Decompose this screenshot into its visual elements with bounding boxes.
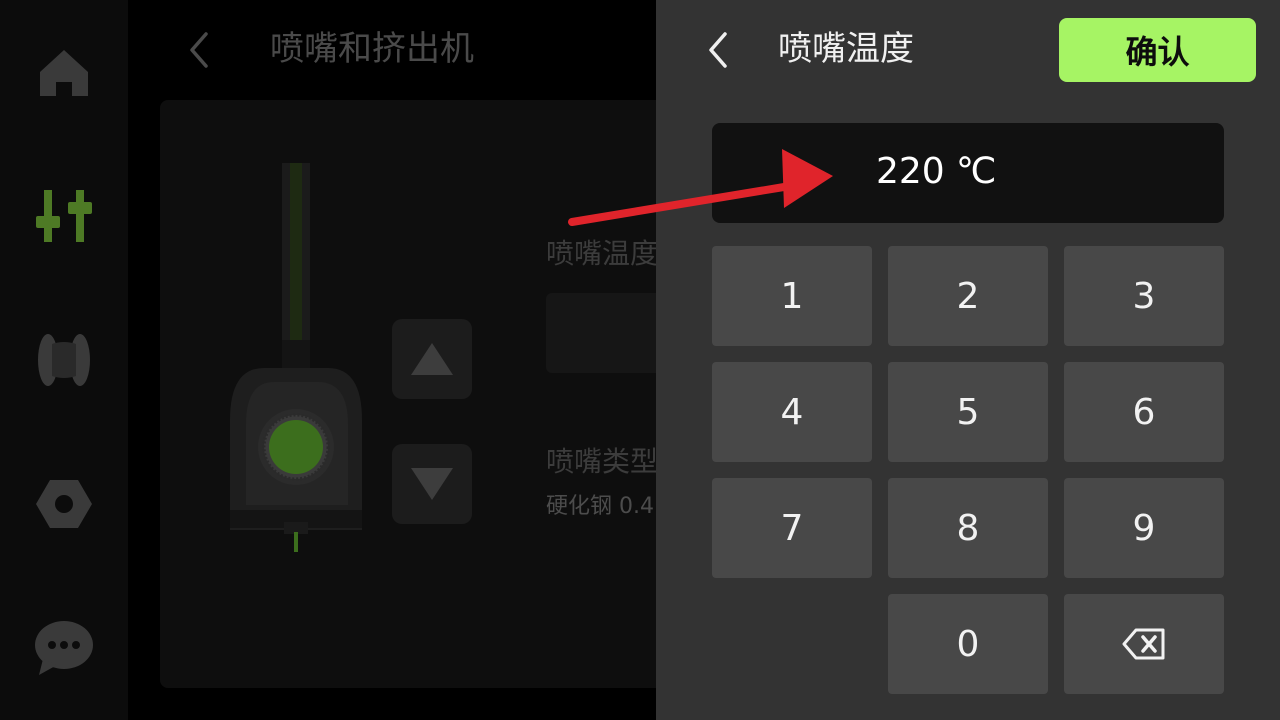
back-icon: [709, 32, 727, 68]
backspace-icon: [1122, 628, 1165, 660]
extrude-up-button[interactable]: [392, 319, 472, 399]
sliders-icon: [36, 190, 92, 242]
nut-icon: [36, 480, 92, 528]
key-9[interactable]: 9: [1064, 478, 1224, 578]
filament-icon: [38, 334, 90, 386]
screen: 喷嘴和挤出机 喷嘴温度 喷嘴类型 硬化钢 0.4 喷嘴温度 确认 220 ℃ 1…: [0, 0, 1280, 720]
chat-icon: [35, 621, 93, 675]
sidebar-item-messages[interactable]: [0, 608, 128, 688]
background-back-icon: [190, 32, 208, 68]
extrude-down-button[interactable]: [392, 444, 472, 524]
sidebar-item-settings[interactable]: [0, 464, 128, 544]
background-nozzle-type-label: 喷嘴类型: [546, 445, 659, 478]
background-nozzle-type-value: 硬化钢 0.4: [546, 494, 654, 519]
background-nozzle-temp-label: 喷嘴温度: [546, 237, 659, 270]
key-8[interactable]: 8: [888, 478, 1048, 578]
key-5[interactable]: 5: [888, 362, 1048, 462]
background-nozzle-temp-field[interactable]: [546, 293, 666, 373]
confirm-button[interactable]: 确认: [1059, 18, 1256, 82]
temperature-value: 220: [876, 151, 945, 192]
key-2[interactable]: 2: [888, 246, 1048, 346]
key-6[interactable]: 6: [1064, 362, 1224, 462]
sidebar-item-controls[interactable]: [0, 176, 128, 256]
home-icon: [40, 50, 88, 96]
keypad-back-button[interactable]: [700, 28, 736, 72]
extruder-illustration: [230, 163, 362, 552]
backspace-button[interactable]: [1064, 594, 1224, 694]
key-7[interactable]: 7: [712, 478, 872, 578]
key-3[interactable]: 3: [1064, 246, 1224, 346]
keypad-title: 喷嘴温度: [778, 29, 914, 69]
background-page-title: 喷嘴和挤出机: [270, 29, 474, 69]
sidebar: [0, 0, 128, 720]
key-0[interactable]: 0: [888, 594, 1048, 694]
triangle-up-icon: [411, 343, 453, 375]
key-4[interactable]: 4: [712, 362, 872, 462]
sidebar-item-filament[interactable]: [0, 320, 128, 400]
temperature-unit: ℃: [956, 151, 997, 192]
key-1[interactable]: 1: [712, 246, 872, 346]
triangle-down-icon: [411, 468, 453, 500]
sidebar-item-home[interactable]: [0, 32, 128, 112]
